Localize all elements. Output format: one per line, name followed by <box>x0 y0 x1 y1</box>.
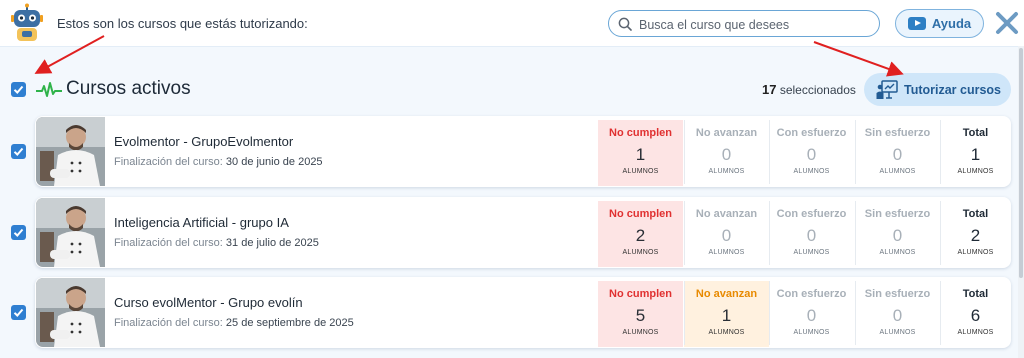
stat-divider <box>684 201 685 265</box>
stat-value: 1 <box>721 306 732 325</box>
stat-value: 0 <box>806 226 817 245</box>
stat-value: 2 <box>635 226 646 245</box>
checkmark-icon <box>13 228 24 237</box>
stat-label: Con esfuerzo <box>776 208 847 220</box>
stat-no-cumplen[interactable]: No cumplen 2 ALUMNOS <box>598 201 683 267</box>
end-date-value: 25 de septiembre de 2025 <box>225 317 354 329</box>
checkmark-icon <box>13 147 24 156</box>
stat-value: 0 <box>721 226 732 245</box>
stat-label: Total <box>962 127 989 139</box>
stat-label: Total <box>962 288 989 300</box>
stat-value: 0 <box>892 226 903 245</box>
stat-divider <box>769 281 770 345</box>
course-name[interactable]: Evolmentor - GrupoEvolmentor <box>114 134 293 149</box>
stat-unit: ALUMNOS <box>957 329 994 336</box>
stat-unit: ALUMNOS <box>622 168 659 175</box>
course-end-date: Finalización del curso: 31 de julio de 2… <box>114 237 319 249</box>
stat-con-esfuerzo[interactable]: Con esfuerzo 0 ALUMNOS <box>769 281 854 347</box>
stat-sin-esfuerzo[interactable]: Sin esfuerzo 0 ALUMNOS <box>855 120 940 186</box>
stat-label: No cumplen <box>609 288 672 300</box>
stat-unit: ALUMNOS <box>708 329 745 336</box>
stat-value: 0 <box>721 145 732 164</box>
course-end-date: Finalización del curso: 25 de septiembre… <box>114 317 354 329</box>
stat-no-avanzan[interactable]: No avanzan 0 ALUMNOS <box>684 120 769 186</box>
stat-unit: ALUMNOS <box>957 249 994 256</box>
date-prefix: Finalización del curso: <box>114 156 223 168</box>
stat-divider <box>855 120 856 184</box>
stat-divider <box>684 120 685 184</box>
stat-label: No avanzan <box>695 288 758 300</box>
course-card[interactable]: Evolmentor - GrupoEvolmentor Finalizació… <box>35 116 1011 187</box>
stat-divider <box>769 120 770 184</box>
stat-divider <box>769 201 770 265</box>
stat-sin-esfuerzo[interactable]: Sin esfuerzo 0 ALUMNOS <box>855 281 940 347</box>
stat-con-esfuerzo[interactable]: Con esfuerzo 0 ALUMNOS <box>769 120 854 186</box>
stat-con-esfuerzo[interactable]: Con esfuerzo 0 ALUMNOS <box>769 201 854 267</box>
course-instructor-thumbnail <box>36 198 105 267</box>
stat-value: 2 <box>970 226 981 245</box>
course-card[interactable]: Inteligencia Artificial - grupo IA Final… <box>35 197 1011 268</box>
stat-sin-esfuerzo[interactable]: Sin esfuerzo 0 ALUMNOS <box>855 201 940 267</box>
stat-value: 1 <box>970 145 981 164</box>
stat-unit: ALUMNOS <box>622 249 659 256</box>
stat-label: No cumplen <box>609 127 672 139</box>
course-instructor-thumbnail <box>36 278 105 347</box>
date-prefix: Finalización del curso: <box>114 237 223 249</box>
stat-label: No avanzan <box>695 127 758 139</box>
stat-value: 0 <box>892 145 903 164</box>
stat-no-cumplen[interactable]: No cumplen 1 ALUMNOS <box>598 120 683 186</box>
stat-unit: ALUMNOS <box>793 168 830 175</box>
stat-total[interactable]: Total 6 ALUMNOS <box>940 281 1011 347</box>
stat-label: Sin esfuerzo <box>864 127 931 139</box>
stat-value: 0 <box>892 306 903 325</box>
course-name[interactable]: Inteligencia Artificial - grupo IA <box>114 215 289 230</box>
stat-label: Total <box>962 208 989 220</box>
stat-value: 0 <box>806 306 817 325</box>
date-prefix: Finalización del curso: <box>114 317 223 329</box>
stat-label: No cumplen <box>609 208 672 220</box>
stat-no-avanzan[interactable]: No avanzan 0 ALUMNOS <box>684 201 769 267</box>
stat-value: 6 <box>970 306 981 325</box>
stat-no-avanzan[interactable]: No avanzan 1 ALUMNOS <box>684 281 769 347</box>
stat-label: Con esfuerzo <box>776 127 847 139</box>
stat-total[interactable]: Total 1 ALUMNOS <box>940 120 1011 186</box>
course-checkbox[interactable] <box>11 144 26 159</box>
annotation-arrow-right <box>813 41 904 77</box>
stat-label: Sin esfuerzo <box>864 288 931 300</box>
end-date-value: 31 de julio de 2025 <box>225 237 319 249</box>
stat-no-cumplen[interactable]: No cumplen 5 ALUMNOS <box>598 281 683 347</box>
stat-label: Con esfuerzo <box>776 288 847 300</box>
stat-unit: ALUMNOS <box>622 329 659 336</box>
stat-divider <box>940 201 941 265</box>
stat-label: Sin esfuerzo <box>864 208 931 220</box>
stat-divider <box>684 281 685 345</box>
course-end-date: Finalización del curso: 30 de junio de 2… <box>114 156 323 168</box>
stat-divider <box>940 120 941 184</box>
stat-value: 1 <box>635 145 646 164</box>
end-date-value: 30 de junio de 2025 <box>225 156 323 168</box>
stat-total[interactable]: Total 2 ALUMNOS <box>940 201 1011 267</box>
stat-divider <box>940 281 941 345</box>
course-card[interactable]: Curso evolMentor - Grupo evolín Finaliza… <box>35 277 1011 348</box>
course-instructor-thumbnail <box>36 117 105 186</box>
stat-divider <box>855 201 856 265</box>
stat-unit: ALUMNOS <box>708 168 745 175</box>
stat-value: 5 <box>635 306 646 325</box>
course-checkbox[interactable] <box>11 305 26 320</box>
stat-unit: ALUMNOS <box>793 249 830 256</box>
stat-value: 0 <box>806 145 817 164</box>
stat-unit: ALUMNOS <box>879 168 916 175</box>
stat-label: No avanzan <box>695 208 758 220</box>
course-name[interactable]: Curso evolMentor - Grupo evolín <box>114 295 303 310</box>
stat-unit: ALUMNOS <box>879 249 916 256</box>
checkmark-icon <box>13 308 24 317</box>
stat-unit: ALUMNOS <box>708 249 745 256</box>
stat-unit: ALUMNOS <box>879 329 916 336</box>
stat-unit: ALUMNOS <box>957 168 994 175</box>
stat-unit: ALUMNOS <box>793 329 830 336</box>
stat-divider <box>855 281 856 345</box>
course-checkbox[interactable] <box>11 225 26 240</box>
scrollbar-thumb[interactable] <box>1019 48 1023 278</box>
annotation-arrow-left <box>34 35 105 74</box>
